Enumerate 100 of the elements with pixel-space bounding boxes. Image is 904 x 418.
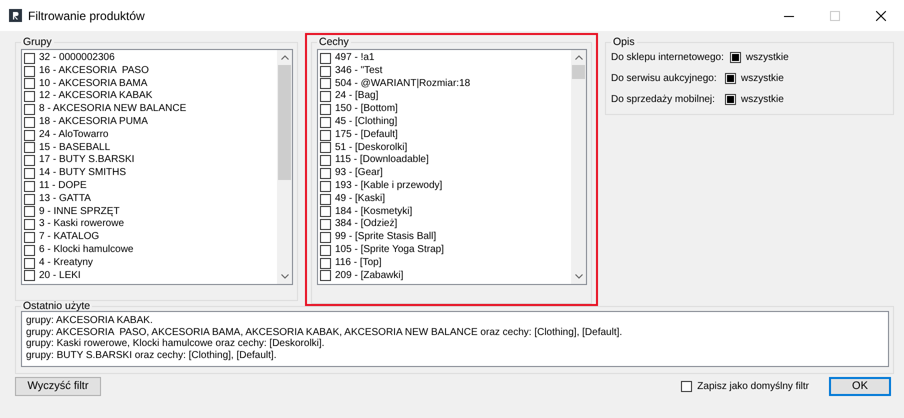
checkbox[interactable]: [320, 142, 331, 154]
list-item-label: 384 - [Odzież]: [335, 218, 398, 232]
list-item-label: 346 - "Test: [335, 64, 382, 78]
checkbox[interactable]: [320, 194, 331, 205]
checkbox[interactable]: [320, 155, 331, 166]
checkbox[interactable]: [320, 52, 331, 64]
checkbox[interactable]: [320, 130, 331, 141]
list-item-label: 497 - !a1: [335, 52, 374, 65]
scroll-up-icon[interactable]: [574, 55, 582, 60]
list-item-label: 18 - AKCESORIA PUMA: [39, 116, 148, 129]
clear-filter-button[interactable]: Wyczyść filtr: [15, 377, 101, 396]
list-item-label: 115 - [Downloadable]: [335, 154, 429, 168]
checkbox[interactable]: [24, 91, 35, 102]
scrollbar-thumb[interactable]: [572, 65, 585, 79]
scroll-down-icon[interactable]: [574, 274, 582, 279]
checkbox[interactable]: [320, 206, 331, 218]
option-label: Do serwisu aukcyjnego:: [611, 72, 718, 86]
checkbox[interactable]: [320, 116, 331, 128]
list-item-label: 11 - DOPE: [39, 180, 87, 193]
list-item-label: 10 - AKCESORIA BAMA: [39, 78, 148, 90]
list-item-label: 49 - [Kaski]: [335, 192, 386, 206]
list-item-label: 150 - [Bottom]: [335, 103, 398, 116]
recent-filter-line: grupy: AKCESORIA PASO, AKCESORIA BAMA, AKCESORIA KABAK, AKCESORIA NEW BALANCE oraz cechy: [Clothing], [Default].: [26, 326, 622, 338]
list-item-label: 504 - @WARIANT|Rozmiar:18: [335, 78, 470, 90]
group-title: Grupy: [21, 36, 54, 49]
list-item-label: 6 - Klocki hamulcowe: [39, 244, 134, 257]
checkbox-label: wszystkie: [741, 72, 784, 86]
list-item-label: 7 - KATALOG: [39, 231, 100, 244]
checkbox[interactable]: [320, 244, 331, 256]
scrollbar[interactable]: [277, 50, 292, 284]
checkbox[interactable]: [320, 180, 331, 192]
checkbox[interactable]: [320, 232, 331, 244]
checkbox[interactable]: [24, 78, 35, 90]
checkbox[interactable]: [24, 270, 35, 282]
checkbox[interactable]: [320, 78, 331, 90]
checkbox[interactable]: [24, 194, 35, 205]
checkbox[interactable]: [730, 52, 741, 63]
checkbox[interactable]: [320, 258, 331, 269]
checkbox[interactable]: [24, 232, 35, 244]
recent-filter-line: grupy: BUTY S.BARSKI oraz cechy: [Clothing], [Default].: [26, 350, 276, 361]
checkbox[interactable]: [320, 104, 331, 116]
checkbox-label: wszystkie: [741, 93, 784, 107]
list-item-label: 24 - [Bag]: [335, 90, 378, 104]
list-item-label: 99 - [Sprite Stasis Ball]: [335, 231, 436, 244]
recent-filter-line: grupy: AKCESORIA KABAK.: [26, 315, 153, 326]
recent-filter-line: grupy: Kaski rowerowe, Klocki hamulcowe oraz cechy: [Deskorolki].: [26, 338, 324, 350]
list-item-label: 14 - BUTY SMITHS: [39, 167, 126, 180]
list-item-label: 45 - [Clothing]: [335, 116, 398, 129]
list-item-label: 116 - [Top]: [335, 256, 382, 270]
checkbox[interactable]: [320, 219, 331, 230]
list-item-label: 193 - [Kable i przewody]: [335, 180, 442, 193]
list-item-label: 9 - INNE SPRZĘT: [39, 206, 120, 218]
checkbox[interactable]: [24, 104, 35, 116]
option-label: Do sprzedaży mobilnej:: [611, 93, 716, 107]
group-title: Cechy: [317, 36, 351, 49]
scrollbar-thumb[interactable]: [278, 65, 291, 180]
option-label: Do sklepu internetowego:: [611, 51, 725, 65]
list-item-label: 175 - [Default]: [335, 128, 398, 142]
close-icon: [876, 10, 886, 20]
scroll-up-icon[interactable]: [280, 55, 288, 60]
checkbox[interactable]: [24, 168, 35, 180]
checkbox[interactable]: [320, 66, 331, 77]
list-item-label: 12 - AKCESORIA KABAK: [39, 90, 152, 104]
list-item-label: 105 - [Sprite Yoga Strap]: [335, 244, 444, 257]
maximize-icon: [830, 10, 840, 20]
checkbox[interactable]: [681, 381, 692, 392]
checkbox[interactable]: [320, 91, 331, 102]
list-item-label: 3 - Kaski rowerowe: [39, 218, 124, 232]
checkbox[interactable]: [320, 168, 331, 180]
group-title: Opis: [611, 36, 637, 49]
checkbox[interactable]: [24, 130, 35, 141]
checkbox[interactable]: [725, 73, 736, 84]
list-item-label: 93 - [Gear]: [335, 167, 383, 180]
checkbox[interactable]: [24, 52, 35, 64]
list-item-label: 32 - 0000002306: [39, 52, 115, 65]
scrollbar[interactable]: [571, 50, 586, 284]
checkbox[interactable]: [24, 180, 35, 192]
checkbox[interactable]: [725, 94, 736, 105]
checkbox[interactable]: [24, 258, 35, 269]
list-item-label: 17 - BUTY S.BARSKI: [39, 154, 134, 168]
checkbox[interactable]: [24, 206, 35, 218]
checkbox[interactable]: [24, 66, 35, 77]
checkbox[interactable]: [24, 142, 35, 154]
list-item-label: 8 - AKCESORIA NEW BALANCE: [39, 103, 186, 116]
checkbox[interactable]: [320, 270, 331, 282]
checkbox-label: Zapisz jako domyślny filtr: [697, 380, 809, 394]
checkbox[interactable]: [24, 244, 35, 256]
list-item-label: 209 - [Zabawki]: [335, 270, 404, 282]
list-item-label: 15 - BASEBALL: [39, 142, 110, 154]
app-logo-icon: [9, 9, 22, 22]
list-item-label: 24 - AloTowarro: [39, 128, 108, 142]
list-item-label: 13 - GATTA: [39, 192, 91, 206]
checkbox[interactable]: [24, 219, 35, 230]
scroll-down-icon[interactable]: [280, 274, 288, 279]
ok-button[interactable]: OK: [829, 377, 891, 396]
checkbox[interactable]: [24, 155, 35, 166]
list-item-label: 20 - LEKI: [39, 270, 81, 282]
list-item-label: 16 - AKCESORIA PASO: [39, 64, 149, 78]
window-title: Filtrowanie produktów: [28, 8, 146, 24]
checkbox[interactable]: [24, 116, 35, 128]
